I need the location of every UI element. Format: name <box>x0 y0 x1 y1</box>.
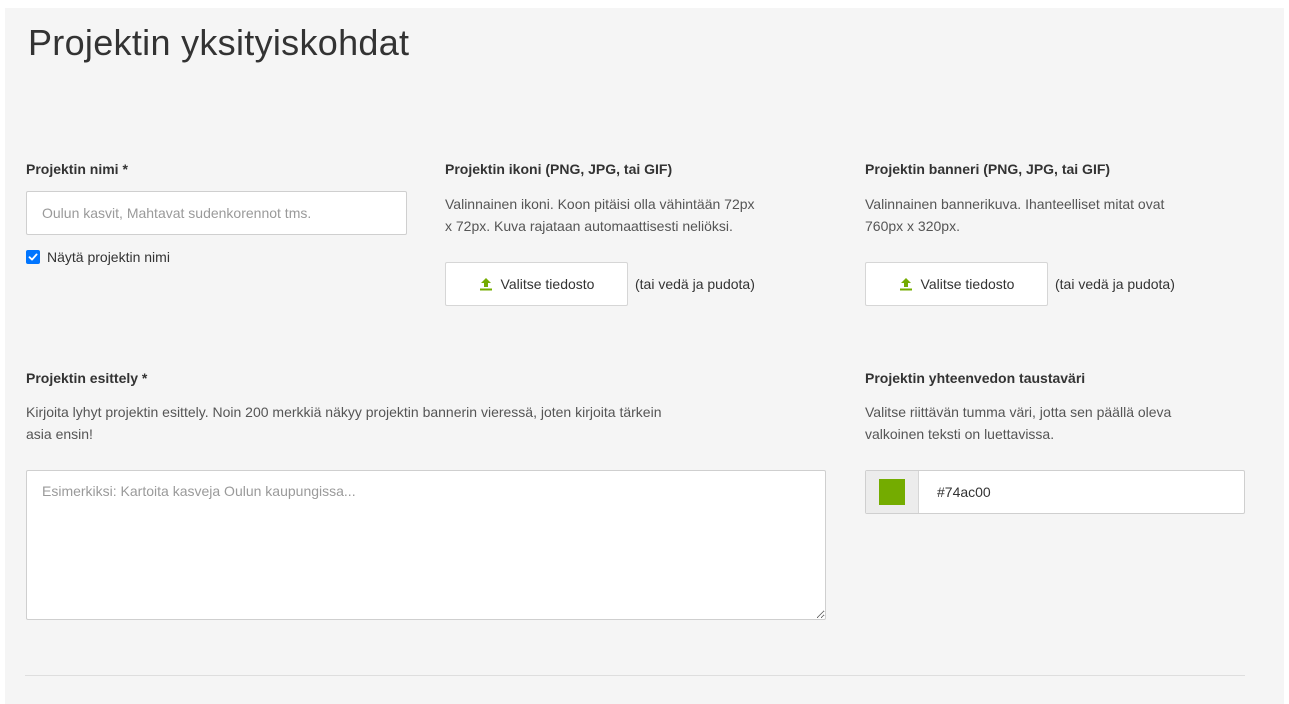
project-name-input[interactable] <box>26 191 407 235</box>
checkmark-icon <box>28 253 38 261</box>
show-project-name-option[interactable]: Näytä projektin nimi <box>26 249 170 265</box>
summary-color-help: Valitse riittävän tumma väri, jotta sen … <box>865 404 1172 442</box>
project-details-panel: Projektin yksityiskohdat Projektin nimi … <box>5 8 1284 704</box>
project-banner-help: Valinnainen bannerikuva. Ihanteelliset m… <box>865 196 1165 234</box>
project-description-help: Kirjoita lyhyt projektin esittely. Noin … <box>26 404 662 442</box>
show-project-name-checkbox[interactable] <box>26 250 40 264</box>
project-name-label: Projektin nimi * <box>26 161 128 177</box>
banner-drop-hint: (tai vedä ja pudota) <box>1055 276 1175 292</box>
icon-choose-file-button[interactable]: Valitse tiedosto <box>445 262 628 306</box>
upload-arrow-icon <box>899 278 912 291</box>
upload-arrow-icon <box>479 278 492 291</box>
project-description-textarea[interactable] <box>26 470 826 620</box>
show-project-name-label: Näytä projektin nimi <box>47 249 170 265</box>
project-description-label: Projektin esittely * <box>26 370 148 386</box>
section-divider <box>25 675 1245 676</box>
project-banner-label: Projektin banneri (PNG, JPG, tai GIF) <box>865 161 1111 177</box>
banner-choose-file-button[interactable]: Valitse tiedosto <box>865 262 1048 306</box>
summary-color-picker[interactable]: #74ac00 <box>865 470 1245 514</box>
color-swatch <box>879 479 905 505</box>
icon-drop-hint: (tai vedä ja pudota) <box>635 276 755 292</box>
page-title: Projektin yksityiskohdat <box>28 22 410 63</box>
project-icon-help: Valinnainen ikoni. Koon pitäisi olla väh… <box>445 196 755 234</box>
color-swatch-button[interactable] <box>866 471 919 513</box>
project-icon-label: Projektin ikoni (PNG, JPG, tai GIF) <box>445 161 673 177</box>
color-value-text[interactable]: #74ac00 <box>919 471 991 513</box>
summary-color-label: Projektin yhteenvedon taustaväri <box>865 370 1086 386</box>
